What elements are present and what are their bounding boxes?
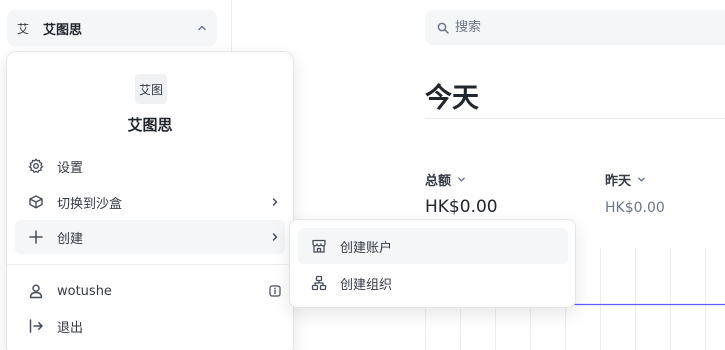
submenu-item-create-organization[interactable]: 创建组织 — [298, 265, 568, 301]
search-bar[interactable] — [425, 10, 725, 45]
title-divider — [425, 118, 725, 119]
menu-item-label: 创建 — [57, 231, 84, 247]
metric-yesterday-dropdown[interactable]: 昨天 — [605, 170, 646, 189]
store-icon — [310, 237, 328, 255]
account-switcher-button[interactable]: 艾 艾图思 — [7, 10, 217, 46]
create-submenu: 创建账户 创建组织 — [289, 219, 576, 308]
submenu-item-create-account[interactable]: 创建账户 — [298, 228, 568, 264]
menu-item-logout[interactable]: 退出 — [15, 309, 285, 343]
logout-icon — [27, 317, 45, 335]
page-title: 今天 — [425, 83, 479, 114]
metric-total-value: HK$0.00 — [425, 197, 498, 217]
plus-icon — [27, 228, 45, 246]
metric-yesterday-label: 昨天 — [605, 174, 632, 189]
gear-icon — [27, 157, 45, 175]
submenu-item-label: 创建组织 — [340, 277, 393, 293]
menu-item-create[interactable]: 创建 — [15, 220, 285, 254]
username: wotushe — [57, 283, 112, 299]
chevron-right-icon — [265, 197, 285, 207]
chevron-up-icon — [197, 23, 207, 33]
menu-account-avatar: 艾图 — [135, 74, 167, 104]
account-menu: 艾图 艾图思 设置 切换到沙盒 创建 wotushe 退出 — [6, 51, 294, 350]
metric-yesterday-value: HK$0.00 — [605, 200, 665, 216]
menu-item-user[interactable]: wotushe — [15, 274, 285, 308]
menu-item-switch-sandbox[interactable]: 切换到沙盒 — [15, 185, 285, 219]
menu-divider — [7, 264, 293, 265]
cube-icon — [27, 193, 45, 211]
search-input[interactable] — [455, 20, 715, 35]
org-icon — [310, 274, 328, 292]
menu-item-label: 切换到沙盒 — [57, 196, 123, 212]
account-avatar: 艾 — [17, 21, 30, 36]
menu-item-label: 设置 — [57, 160, 84, 176]
info-icon[interactable] — [265, 285, 285, 297]
menu-account-name: 艾图思 — [127, 116, 173, 134]
metric-total-label: 总额 — [425, 174, 452, 189]
chevron-right-icon — [265, 232, 285, 242]
user-icon — [27, 282, 45, 300]
menu-item-settings[interactable]: 设置 — [15, 149, 285, 183]
metric-total-dropdown[interactable]: 总额 — [425, 170, 466, 189]
submenu-item-label: 创建账户 — [340, 240, 393, 256]
search-icon — [437, 22, 449, 34]
account-name: 艾图思 — [43, 22, 83, 38]
menu-item-label: 退出 — [57, 320, 84, 336]
chevron-down-icon — [637, 175, 646, 184]
chevron-down-icon — [457, 175, 466, 184]
